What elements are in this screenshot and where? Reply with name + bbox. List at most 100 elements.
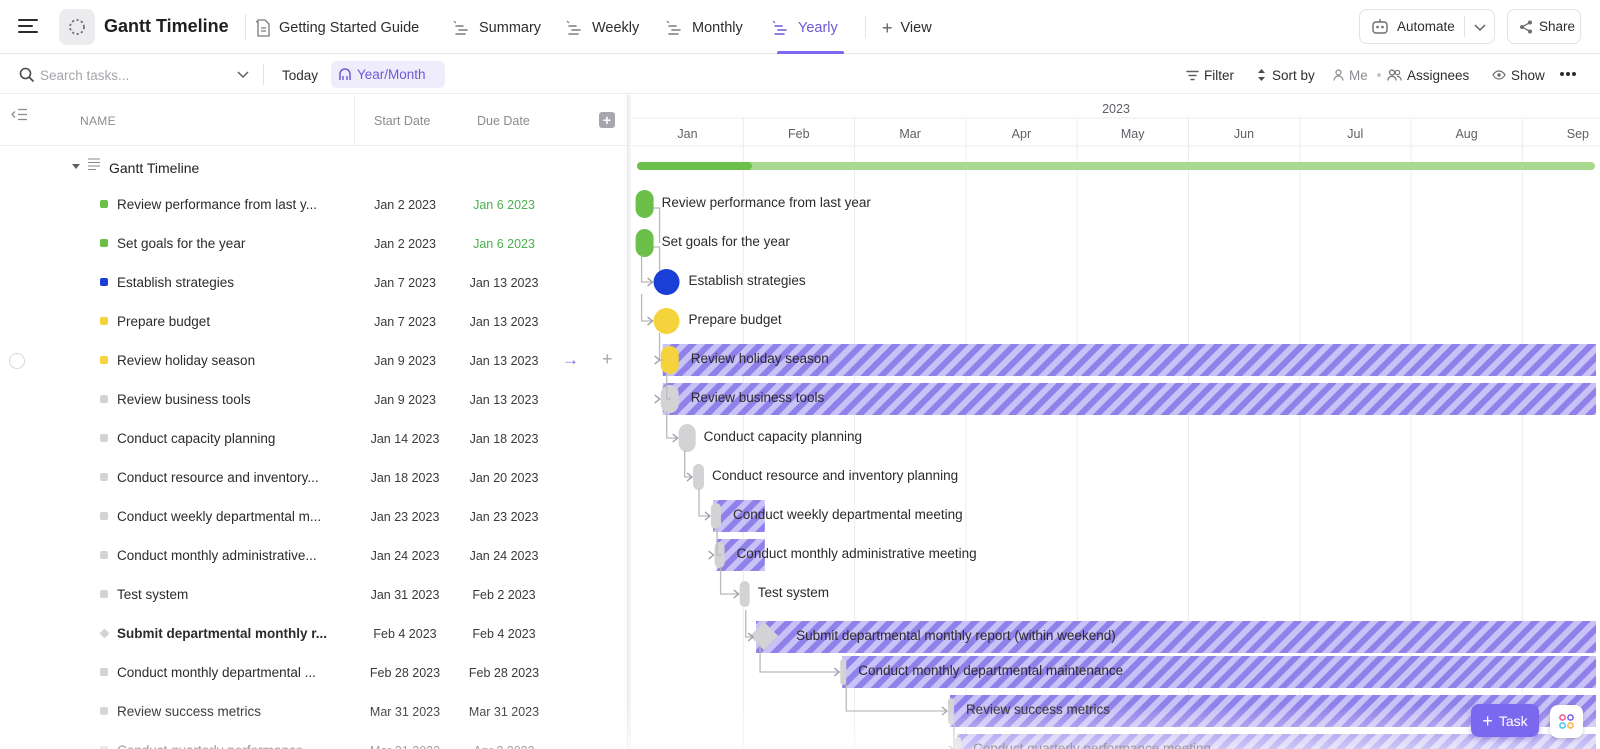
table-row[interactable]: Review performance from last y... Jan 2 2… <box>0 185 627 224</box>
assignees-filter[interactable]: Assignees <box>1387 67 1469 83</box>
add-subtask-icon[interactable]: + <box>602 349 613 370</box>
task-bar-label[interactable]: Prepare budget <box>689 312 782 327</box>
tab-monthly[interactable]: Monthly <box>666 18 743 38</box>
due-date[interactable]: Jan 13 2023 <box>456 393 552 407</box>
table-row[interactable]: Conduct weekly departmental m... Jan 23 2… <box>0 497 627 536</box>
due-date[interactable]: Jan 13 2023 <box>456 276 552 290</box>
start-date[interactable]: Mar 31 2023 <box>357 744 453 749</box>
start-date[interactable]: Jan 23 2023 <box>357 510 453 524</box>
table-row[interactable]: Prepare budget Jan 7 2023 Jan 13 2023 <box>0 302 627 341</box>
task-name[interactable]: Review business tools <box>117 392 332 407</box>
add-task-button[interactable]: + Task <box>1471 704 1539 737</box>
start-date[interactable]: Jan 14 2023 <box>357 432 453 446</box>
more-options-icon[interactable] <box>1560 72 1578 77</box>
tab-summary[interactable]: Summary <box>453 18 541 38</box>
go-to-task-icon[interactable]: → <box>562 350 579 370</box>
due-date[interactable]: Jan 13 2023 <box>456 315 552 329</box>
start-date[interactable]: Feb 4 2023 <box>357 627 453 641</box>
table-row[interactable]: Review business tools Jan 9 2023 Jan 13 20… <box>0 380 627 419</box>
task-bar-label[interactable]: Conduct weekly departmental meeting <box>733 507 963 522</box>
due-date[interactable]: Jan 6 2023 <box>456 198 552 212</box>
due-date[interactable]: Feb 4 2023 <box>456 627 552 641</box>
table-row[interactable]: Establish strategies Jan 7 2023 Jan 13 202… <box>0 263 627 302</box>
resize-handle[interactable] <box>627 95 631 749</box>
group-row[interactable]: Gantt Timeline <box>0 146 627 185</box>
table-row[interactable]: Conduct resource and inventory... Jan 18 … <box>0 458 627 497</box>
row-select-checkbox[interactable] <box>9 353 25 369</box>
task-name[interactable]: Conduct capacity planning <box>117 431 332 446</box>
caret-down-icon[interactable] <box>72 164 80 170</box>
status-icon[interactable] <box>100 239 108 247</box>
table-row[interactable]: Test system Jan 31 2023 Feb 2 2023 <box>0 575 627 614</box>
table-row[interactable]: Review holiday season Jan 9 2023 Jan 13 20… <box>0 341 627 380</box>
search-input[interactable] <box>40 65 230 85</box>
add-view-button[interactable]: + View <box>882 18 932 38</box>
status-icon[interactable] <box>100 590 108 598</box>
table-row[interactable]: Conduct monthly departmental ... Feb 28 2… <box>0 653 627 692</box>
task-bar-label[interactable]: Review holiday season <box>691 351 829 366</box>
menu-icon[interactable] <box>18 18 38 34</box>
task-name[interactable]: Test system <box>117 587 332 602</box>
tab-weekly[interactable]: Weekly <box>566 18 639 38</box>
status-icon[interactable] <box>100 668 108 676</box>
task-bar-label[interactable]: Conduct monthly administrative meeting <box>737 546 977 561</box>
status-icon[interactable] <box>100 356 108 364</box>
start-date[interactable]: Jan 7 2023 <box>357 276 453 290</box>
column-header-name[interactable]: NAME <box>80 114 116 128</box>
chevron-down-icon[interactable] <box>237 70 249 79</box>
task-bar-label[interactable]: Conduct capacity planning <box>704 429 862 444</box>
status-icon[interactable] <box>100 395 108 403</box>
table-row[interactable]: Set goals for the year Jan 2 2023 Jan 6 20… <box>0 224 627 263</box>
start-date[interactable]: Jan 7 2023 <box>357 315 453 329</box>
table-row[interactable]: Conduct capacity planning Jan 14 2023 Jan … <box>0 419 627 458</box>
start-date[interactable]: Jan 9 2023 <box>357 354 453 368</box>
today-button[interactable]: Today <box>282 67 318 83</box>
status-icon[interactable] <box>100 707 108 715</box>
task-bar-label[interactable]: Establish strategies <box>689 273 806 288</box>
table-row[interactable]: Conduct quarterly performance... Mar 31 2… <box>0 731 627 749</box>
scale-selector[interactable]: Year/Month <box>331 61 445 88</box>
table-row[interactable]: Review success metrics Mar 31 2023 Mar 31 … <box>0 692 627 731</box>
tab-yearly[interactable]: Yearly <box>772 18 838 38</box>
task-bar-label[interactable]: Conduct monthly departmental maintenance <box>858 663 1123 678</box>
status-icon[interactable] <box>100 551 108 559</box>
task-name[interactable]: Conduct monthly administrative... <box>117 548 332 563</box>
tab-getting-started-guide[interactable]: Getting Started Guide <box>255 18 419 38</box>
due-date[interactable]: Jan 13 2023 <box>456 354 552 368</box>
due-date[interactable]: Jan 6 2023 <box>456 237 552 251</box>
due-date[interactable]: Jan 23 2023 <box>456 510 552 524</box>
filter-button[interactable]: Filter <box>1186 67 1234 83</box>
start-date[interactable]: Mar 31 2023 <box>357 705 453 719</box>
status-icon[interactable] <box>100 200 108 208</box>
task-bar-label[interactable]: Set goals for the year <box>662 234 790 249</box>
list-status-icon[interactable] <box>59 9 95 45</box>
task-bar-label[interactable]: Submit departmental monthly report (with… <box>796 628 1116 643</box>
task-name[interactable]: Establish strategies <box>117 275 332 290</box>
due-date[interactable]: Mar 31 2023 <box>456 705 552 719</box>
sort-button[interactable]: Sort by <box>1256 67 1315 83</box>
task-name[interactable]: Prepare budget <box>117 314 332 329</box>
task-bar-label[interactable]: Review performance from last year <box>662 195 871 210</box>
task-bar-label[interactable]: Conduct quarterly performance meeting <box>973 741 1211 749</box>
start-date[interactable]: Jan 2 2023 <box>357 198 453 212</box>
collapse-sidebar-icon[interactable] <box>11 108 28 121</box>
apps-button[interactable] <box>1550 705 1583 738</box>
due-date[interactable]: Jan 18 2023 <box>456 432 552 446</box>
due-date[interactable]: Feb 2 2023 <box>456 588 552 602</box>
due-date[interactable]: Jan 24 2023 <box>456 549 552 563</box>
task-bar-label[interactable]: Review business tools <box>691 390 825 405</box>
table-row[interactable]: Submit departmental monthly r... Feb 4 20… <box>0 614 627 653</box>
task-name[interactable]: Review holiday season <box>117 353 332 368</box>
task-name[interactable]: Conduct resource and inventory... <box>117 470 332 485</box>
task-bar-label[interactable]: Conduct resource and inventory planning <box>712 468 958 483</box>
start-date[interactable]: Feb 28 2023 <box>357 666 453 680</box>
share-button[interactable]: Share <box>1507 9 1581 44</box>
milestone-status-icon[interactable] <box>99 628 110 639</box>
start-date[interactable]: Jan 18 2023 <box>357 471 453 485</box>
table-row[interactable]: Conduct monthly administrative... Jan 24 … <box>0 536 627 575</box>
task-name[interactable]: Conduct weekly departmental m... <box>117 509 332 524</box>
add-column-icon[interactable]: + <box>599 112 615 128</box>
status-icon[interactable] <box>100 512 108 520</box>
status-icon[interactable] <box>100 434 108 442</box>
chevron-down-icon[interactable] <box>1474 22 1486 32</box>
